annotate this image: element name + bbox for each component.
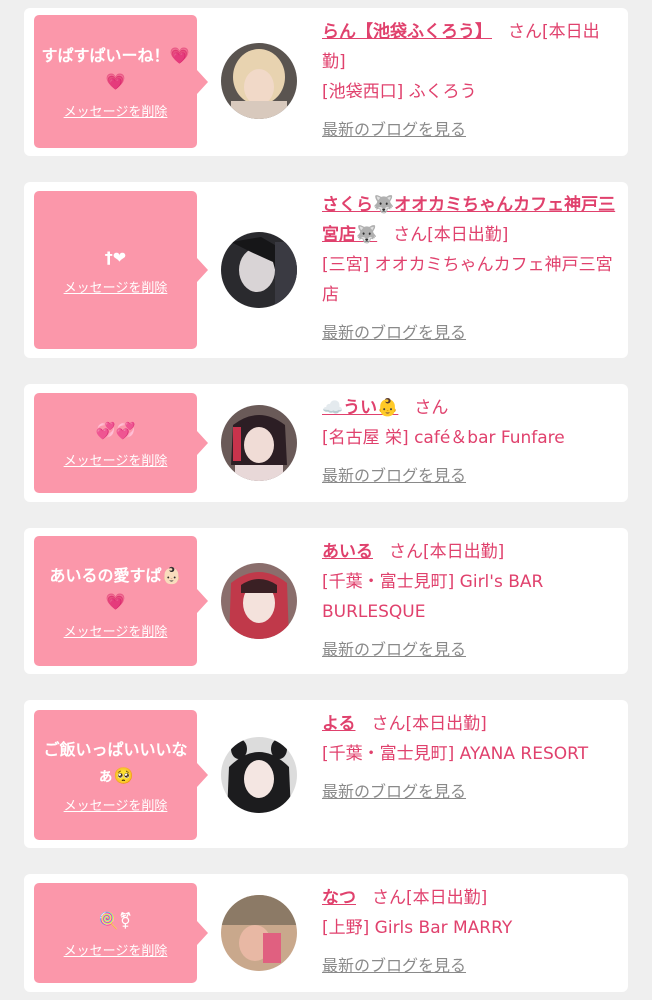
shop-name: [千葉・富士見町] Girl's BAR BURLESQUE (322, 572, 544, 622)
cast-suffix: さん[本日出勤] (372, 888, 488, 908)
message-bubble: †❤ メッセージを削除 (34, 191, 208, 349)
avatar-photo (221, 232, 297, 308)
latest-blog-link[interactable]: 最新のブログを見る (322, 318, 622, 348)
latest-blog-link[interactable]: 最新のブログを見る (322, 777, 622, 807)
message-card: ご飯いっぱいいいなぁ🥺 メッセージを削除 よる さん[本日出勤] [千葉・富士見町… (24, 700, 628, 848)
cast-suffix: さん[本日出勤] (389, 542, 505, 562)
cast-info: あいる さん[本日出勤] [千葉・富士見町] Girl's BAR BURLESQ… (322, 537, 622, 665)
avatar-photo (221, 405, 297, 481)
cast-name-link[interactable]: ☁️うい👶 (322, 398, 398, 418)
shop-name: [上野] Girls Bar MARRY (322, 918, 513, 938)
message-text: 💞💞 (95, 420, 136, 440)
latest-blog-link[interactable]: 最新のブログを見る (322, 461, 622, 491)
shop-name: [千葉・富士見町] AYANA RESORT (322, 744, 589, 764)
latest-blog-link[interactable]: 最新のブログを見る (322, 635, 622, 665)
message-bubble: あいるの愛すぱ👶🏻💗 メッセージを削除 (34, 536, 208, 666)
cast-info: さくら🐺オオカミちゃんカフェ神戸三宮店🐺 さん[本日出勤] [三宮] オオカミちゃ… (322, 190, 622, 348)
avatar-photo (221, 563, 297, 639)
message-bubble: 🍭⚧ メッセージを削除 (34, 883, 208, 983)
cast-name-link[interactable]: らん【池袋ふくろう】 (322, 22, 492, 42)
avatar[interactable] (221, 563, 297, 639)
avatar[interactable] (221, 232, 297, 308)
avatar[interactable] (221, 43, 297, 119)
avatar-photo (221, 895, 297, 971)
message-bubble: すぱすぱいーね！💗💗 メッセージを削除 (34, 15, 208, 148)
message-card: †❤ メッセージを削除 さくら🐺オオカミちゃんカフェ神戸三宮店🐺 さん[本日出勤]… (24, 182, 628, 358)
cast-name-link[interactable]: なつ (322, 888, 356, 908)
cast-name-link[interactable]: あいる (322, 542, 373, 562)
message-bubble: 💞💞 メッセージを削除 (34, 393, 208, 493)
avatar[interactable] (221, 737, 297, 813)
latest-blog-link[interactable]: 最新のブログを見る (322, 951, 622, 981)
cast-suffix: さん[本日出勤] (371, 714, 487, 734)
message-text: †❤ (104, 247, 127, 267)
message-bubble: ご飯いっぱいいいなぁ🥺 メッセージを削除 (34, 710, 208, 840)
delete-message-link[interactable]: メッセージを削除 (64, 450, 168, 469)
message-card: すぱすぱいーね！💗💗 メッセージを削除 らん【池袋ふくろう】 さん[本日出勤] [… (24, 8, 628, 156)
avatar[interactable] (221, 405, 297, 481)
message-text: 🍭⚧ (98, 910, 133, 930)
delete-message-link[interactable]: メッセージを削除 (64, 277, 168, 296)
message-text: ご飯いっぱいいいなぁ🥺 (43, 739, 188, 785)
shop-name: [名古屋 栄] café＆bar Funfare (322, 428, 565, 448)
message-card: あいるの愛すぱ👶🏻💗 メッセージを削除 あいる さん[本日出勤] [千葉・富士見町… (24, 528, 628, 674)
delete-message-link[interactable]: メッセージを削除 (64, 101, 168, 120)
avatar[interactable] (221, 895, 297, 971)
delete-message-link[interactable]: メッセージを削除 (64, 795, 168, 814)
avatar-photo (221, 43, 297, 119)
cast-name-link[interactable]: よる (322, 714, 356, 734)
cast-info: なつ さん[本日出勤] [上野] Girls Bar MARRY 最新のブログを見… (322, 883, 622, 981)
delete-message-link[interactable]: メッセージを削除 (64, 940, 168, 959)
message-text: あいるの愛すぱ👶🏻💗 (49, 565, 182, 611)
cast-info: よる さん[本日出勤] [千葉・富士見町] AYANA RESORT 最新のブログ… (322, 709, 622, 807)
message-card: 💞💞 メッセージを削除 ☁️うい👶 さん [名古屋 栄] café＆bar Fun… (24, 384, 628, 502)
cast-info: ☁️うい👶 さん [名古屋 栄] café＆bar Funfare 最新のブログを… (322, 393, 622, 491)
avatar-photo (221, 737, 297, 813)
shop-name: [池袋西口] ふくろう (322, 82, 477, 102)
cast-info: らん【池袋ふくろう】 さん[本日出勤] [池袋西口] ふくろう 最新のブログを見る (322, 17, 622, 145)
message-card: 🍭⚧ メッセージを削除 なつ さん[本日出勤] [上野] Girls Bar MA… (24, 874, 628, 992)
cast-suffix: さん (414, 398, 449, 418)
delete-message-link[interactable]: メッセージを削除 (64, 621, 168, 640)
latest-blog-link[interactable]: 最新のブログを見る (322, 115, 622, 145)
cast-suffix: さん[本日出勤] (393, 225, 509, 245)
message-text: すぱすぱいーね！💗💗 (41, 46, 190, 91)
shop-name: [三宮] オオカミちゃんカフェ神戸三宮店 (322, 255, 613, 305)
